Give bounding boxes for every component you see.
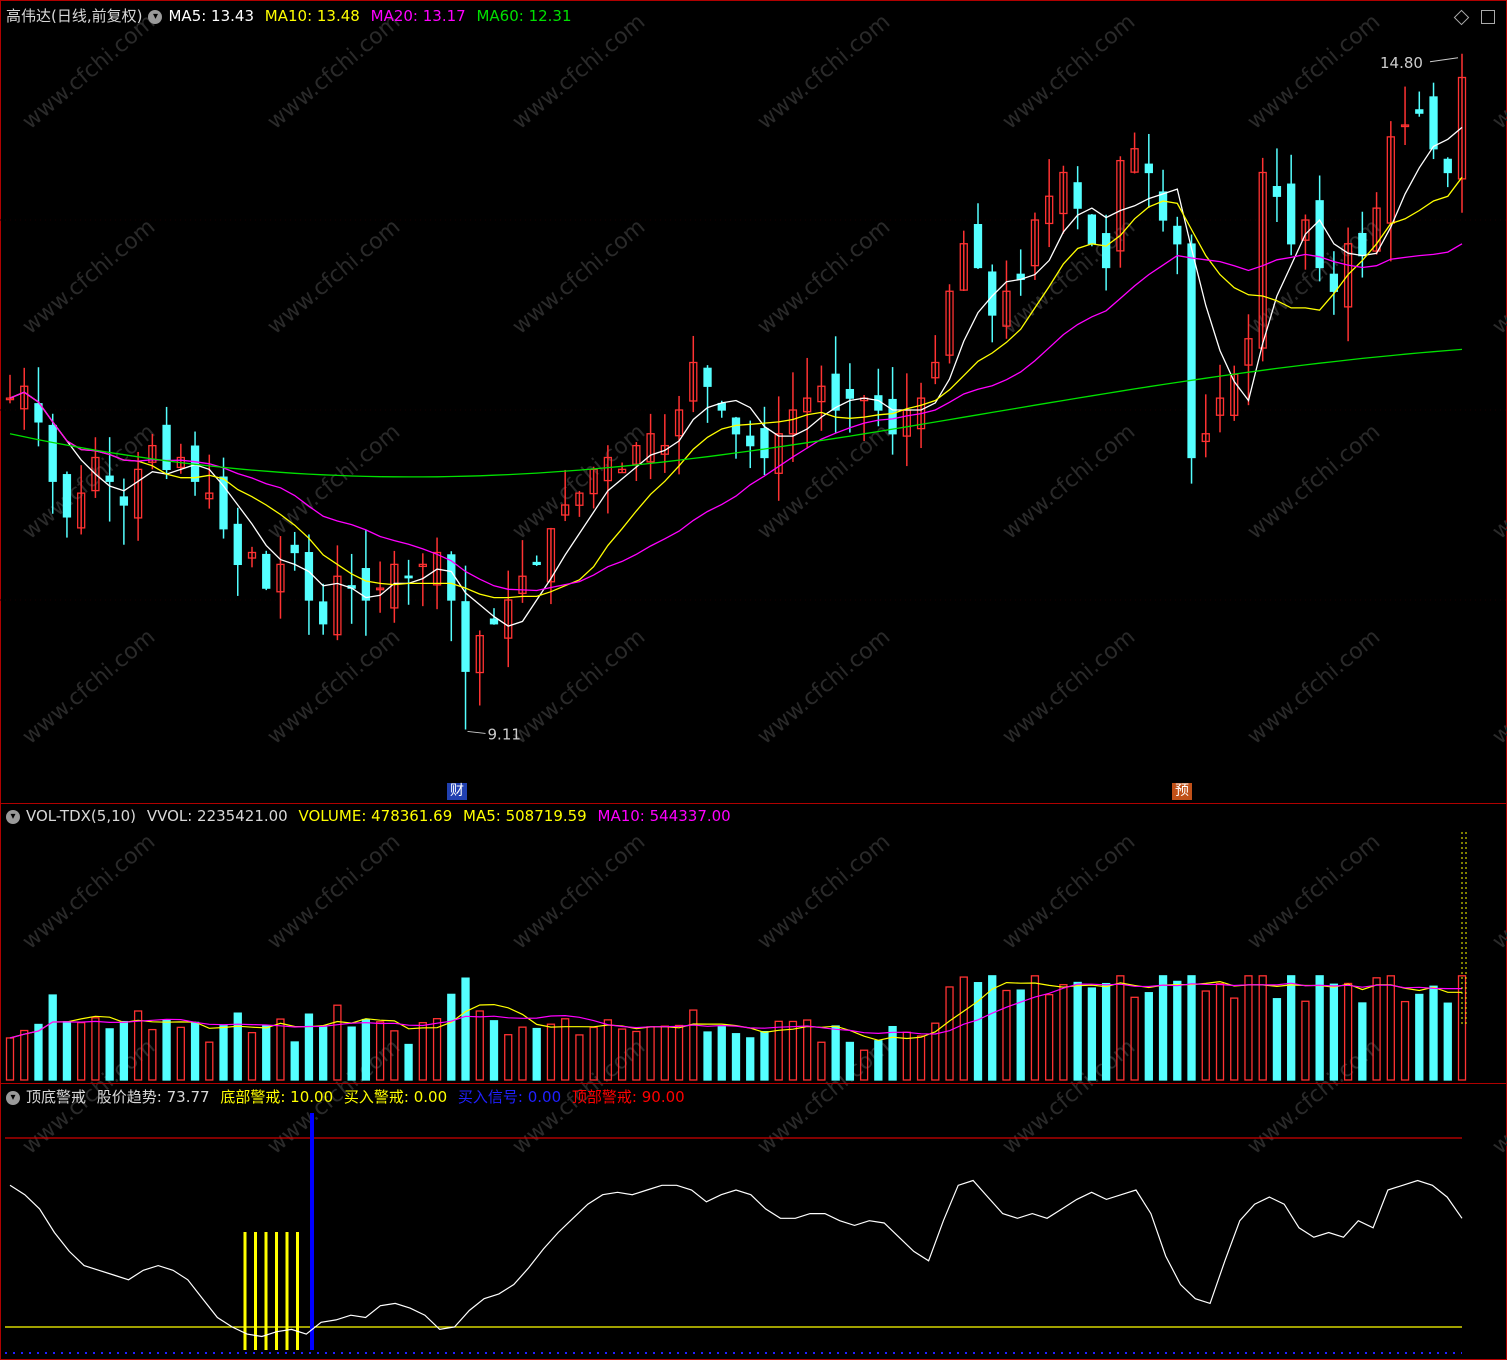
indicator-chart[interactable] (0, 0, 1507, 1360)
trend-line (9, 1179, 1463, 1338)
